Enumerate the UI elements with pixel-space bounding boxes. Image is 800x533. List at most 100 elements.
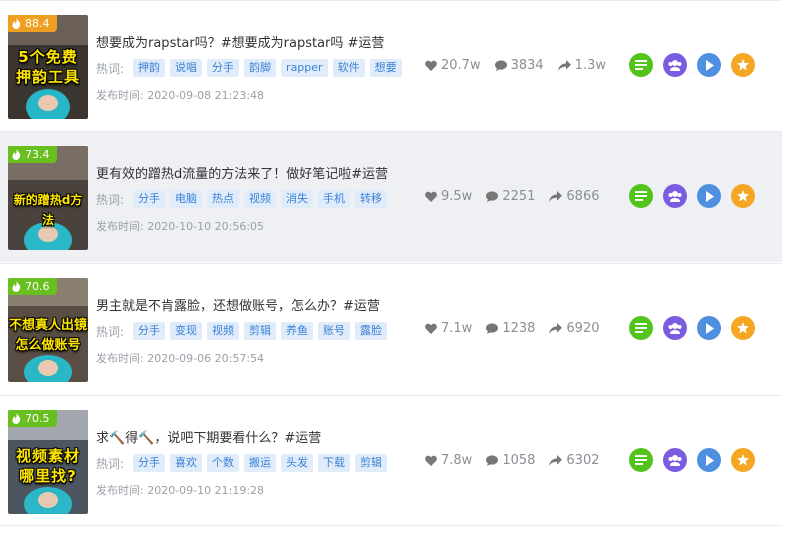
audience-button[interactable] xyxy=(663,184,687,208)
hot-word-tag[interactable]: 下载 xyxy=(318,454,351,472)
engagement-stats: 9.5w 2251 6866 xyxy=(425,189,600,204)
play-button[interactable] xyxy=(697,316,721,340)
comment-icon xyxy=(486,191,499,202)
users-icon xyxy=(668,323,682,334)
star-icon xyxy=(737,190,749,202)
publish-time-label: 发布时间: xyxy=(96,352,144,365)
thumbnail-caption: 5个免费 xyxy=(18,48,78,66)
flame-icon xyxy=(12,413,21,424)
hot-word-tag[interactable]: 分手 xyxy=(133,322,166,340)
hot-word-tag[interactable]: 软件 xyxy=(332,59,365,77)
favorite-button[interactable] xyxy=(731,184,755,208)
hot-word-tag[interactable]: 说唱 xyxy=(170,59,203,77)
likes-stat: 7.8w xyxy=(425,453,472,468)
video-title[interactable]: 求🔨得🔨，说吧下期要看什么？#运营 xyxy=(96,427,321,446)
list-icon xyxy=(635,455,647,465)
play-icon xyxy=(706,454,714,466)
likes-stat: 9.5w xyxy=(425,189,472,204)
comment-icon xyxy=(486,323,499,334)
comments-stat: 1058 xyxy=(486,453,535,468)
video-thumbnail[interactable]: 新的蹭热d方法 73.4 xyxy=(8,146,88,250)
play-button[interactable] xyxy=(697,448,721,472)
hot-word-tag[interactable]: 消失 xyxy=(281,190,314,208)
hot-word-tag[interactable]: 个数 xyxy=(207,454,240,472)
comments-stat: 3834 xyxy=(494,58,544,73)
hot-word-tag[interactable]: 剪辑 xyxy=(355,454,388,472)
hot-word-tag[interactable]: 账号 xyxy=(318,322,351,340)
hot-word-tag[interactable]: 变现 xyxy=(170,322,203,340)
hot-word-tag[interactable]: 热点 xyxy=(207,190,240,208)
publish-time-value: 2020-09-06 20:57:54 xyxy=(147,352,265,365)
hot-word-tag[interactable]: 转移 xyxy=(355,190,388,208)
play-button[interactable] xyxy=(697,184,721,208)
users-icon xyxy=(668,455,682,466)
heart-icon xyxy=(425,323,437,334)
likes-stat: 7.1w xyxy=(425,321,472,336)
audience-button[interactable] xyxy=(663,53,687,77)
play-button[interactable] xyxy=(697,53,721,77)
hot-word-tag[interactable]: 韵脚 xyxy=(244,59,277,77)
video-title[interactable]: 更有效的蹭热d流量的方法来了！做好笔记啦#运营 xyxy=(96,163,388,182)
hot-word-tag[interactable]: rapper xyxy=(281,59,328,77)
engagement-stats: 7.8w 1058 6302 xyxy=(425,453,600,468)
audience-button[interactable] xyxy=(663,448,687,472)
play-icon xyxy=(706,59,714,71)
favorite-button[interactable] xyxy=(731,53,755,77)
flame-icon xyxy=(12,281,21,292)
hot-word-tag[interactable]: 押韵 xyxy=(133,59,166,77)
detail-button[interactable] xyxy=(629,184,653,208)
video-thumbnail[interactable]: 不想真人出镜 怎么做账号 70.6 xyxy=(8,278,88,382)
detail-button[interactable] xyxy=(629,53,653,77)
list-item[interactable]: 新的蹭热d方法 73.4 更有效的蹭热d流量的方法来了！做好笔记啦#运营 热词:… xyxy=(0,131,782,262)
list-icon xyxy=(635,191,647,201)
list-item[interactable]: 不想真人出镜 怎么做账号 70.6 男主就是不肯露脸，还想做账号，怎么办？#运营… xyxy=(0,263,782,394)
publish-time-label: 发布时间: xyxy=(96,220,144,233)
shares-stat: 6920 xyxy=(549,321,600,336)
list-item[interactable]: 视频素材 哪里找? 70.5 求🔨得🔨，说吧下期要看什么？#运营 热词: 分手 … xyxy=(0,395,782,526)
star-icon xyxy=(737,322,749,334)
publish-time: 发布时间: 2020-09-08 21:23:48 xyxy=(96,87,264,103)
video-title[interactable]: 男主就是不肯露脸，还想做账号，怎么办？#运营 xyxy=(96,295,380,314)
favorite-button[interactable] xyxy=(731,448,755,472)
hot-word-tag[interactable]: 分手 xyxy=(133,190,166,208)
hot-word-tag[interactable]: 搬运 xyxy=(244,454,277,472)
heat-badge: 73.4 xyxy=(8,146,57,163)
hot-word-tag[interactable]: 头发 xyxy=(281,454,314,472)
hot-words: 热词: 分手 电脑 热点 视频 消失 手机 转移 xyxy=(96,190,388,208)
video-thumbnail[interactable]: 5个免费 押韵工具 88.4 xyxy=(8,15,88,119)
row-actions xyxy=(629,448,755,472)
hot-word-tag[interactable]: 视频 xyxy=(207,322,240,340)
hot-words-label: 热词: xyxy=(96,192,125,207)
hot-word-tag[interactable]: 电脑 xyxy=(170,190,203,208)
heart-icon xyxy=(425,60,437,71)
video-title[interactable]: 想要成为rapstar吗？#想要成为rapstar吗 #运营 xyxy=(96,32,384,51)
detail-button[interactable] xyxy=(629,448,653,472)
flame-icon xyxy=(12,18,21,29)
list-icon xyxy=(635,323,647,333)
shares-stat: 1.3w xyxy=(557,58,606,73)
video-thumbnail[interactable]: 视频素材 哪里找? 70.5 xyxy=(8,410,88,514)
detail-button[interactable] xyxy=(629,316,653,340)
hot-word-tag[interactable]: 分手 xyxy=(133,454,166,472)
star-icon xyxy=(737,59,749,71)
hot-words-label: 热词: xyxy=(96,324,125,339)
hot-word-tag[interactable]: 分手 xyxy=(207,59,240,77)
hot-word-tag[interactable]: 喜欢 xyxy=(170,454,203,472)
thumbnail-caption: 哪里找? xyxy=(19,467,77,485)
audience-button[interactable] xyxy=(663,316,687,340)
shares-stat: 6302 xyxy=(549,453,600,468)
hot-word-tag[interactable]: 想要 xyxy=(369,59,402,77)
hot-word-tag[interactable]: 露脸 xyxy=(355,322,388,340)
share-icon xyxy=(549,323,563,334)
row-actions xyxy=(629,316,755,340)
hot-word-tag[interactable]: 养鱼 xyxy=(281,322,314,340)
comments-stat: 2251 xyxy=(486,189,535,204)
hot-word-tag[interactable]: 剪辑 xyxy=(244,322,277,340)
list-item[interactable]: 5个免费 押韵工具 88.4 想要成为rapstar吗？#想要成为rapstar… xyxy=(0,0,782,131)
hot-word-tag[interactable]: 手机 xyxy=(318,190,351,208)
publish-time-value: 2020-09-10 21:19:28 xyxy=(147,484,265,497)
thumbnail-caption: 新的蹭热d方法 xyxy=(13,193,83,227)
publish-time-value: 2020-09-08 21:23:48 xyxy=(147,89,265,102)
hot-word-tag[interactable]: 视频 xyxy=(244,190,277,208)
favorite-button[interactable] xyxy=(731,316,755,340)
